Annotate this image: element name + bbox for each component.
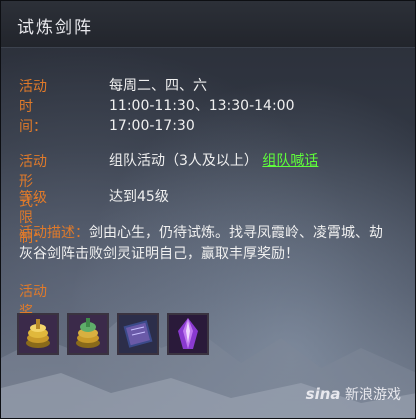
skill-book-icon	[119, 315, 157, 353]
window-title: 试炼剑阵	[17, 18, 93, 38]
time-line-days: 每周二、四、六	[109, 78, 207, 94]
time-line-slot-2: 17:00-17:30	[109, 118, 195, 134]
reward-slot-3[interactable]	[117, 313, 159, 355]
reward-slot-4[interactable]	[167, 313, 209, 355]
level-limit-value: 达到45级	[109, 189, 169, 205]
activity-panel: 试炼剑阵 活动时间： 每周二、四、六 11:00-11:30、13:30-14:…	[0, 0, 416, 419]
activity-form-value: 组队活动（3人及以上） 组队喊话	[109, 151, 318, 171]
time-line-slot-1: 11:00-11:30、13:30-14:00	[109, 98, 295, 114]
sina-logo: sina	[305, 385, 341, 403]
activity-desc: 活动描述：剑由心生，仍待试炼。找寻凤霞岭、凌霄城、劫灰谷剑阵击败剑灵证明自己，赢…	[19, 223, 389, 265]
jade-coin-stack-icon	[69, 315, 107, 353]
activity-time-value: 每周二、四、六 11:00-11:30、13:30-14:00 17:00-17…	[109, 76, 295, 136]
sina-games-watermark: sina 新浪游戏	[306, 384, 401, 404]
activity-desc-label: 活动描述：	[19, 225, 89, 241]
reward-slot-2[interactable]	[67, 313, 109, 355]
activity-form-text: 组队活动（3人及以上）	[109, 153, 258, 169]
title-bar: 试炼剑阵	[1, 1, 415, 48]
gold-coin-stack-icon	[19, 315, 57, 353]
team-shout-link[interactable]: 组队喊话	[262, 153, 318, 169]
reward-slot-1[interactable]	[17, 313, 59, 355]
purple-crystal-icon	[169, 315, 207, 353]
watermark-text: 新浪游戏	[345, 387, 401, 403]
activity-time-label: 活动时间：	[19, 79, 47, 135]
